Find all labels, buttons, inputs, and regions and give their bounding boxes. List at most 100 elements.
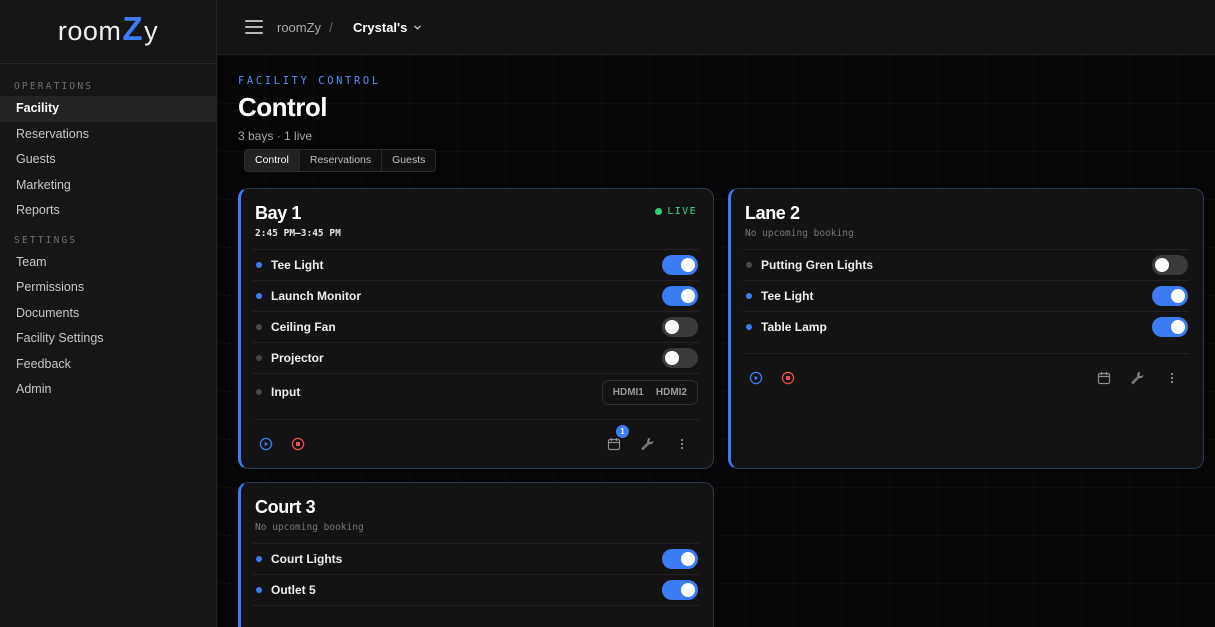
wrench-icon[interactable] xyxy=(640,437,654,451)
device-label: Tee Light xyxy=(761,289,814,303)
status-dot-icon xyxy=(256,293,262,299)
brand-logo-z: Z xyxy=(122,9,144,47)
no-booking-label: No upcoming booking xyxy=(745,228,854,239)
live-badge: LIVE xyxy=(655,206,697,217)
device-row: Outlet 5 xyxy=(253,574,699,605)
live-label: LIVE xyxy=(667,206,697,217)
status-dot-icon xyxy=(746,293,752,299)
tab-guests[interactable]: Guests xyxy=(382,150,435,171)
page-header: FACILITY CONTROL Control 3 bays · 1 live xyxy=(238,75,381,143)
card-actions xyxy=(745,353,1189,401)
device-toggle[interactable] xyxy=(1152,317,1188,337)
bay-title: Bay 1 xyxy=(255,203,302,223)
sidebar-item-admin[interactable]: Admin xyxy=(0,377,216,403)
sidebar-item-reservations[interactable]: Reservations xyxy=(0,122,216,148)
chevron-down-icon xyxy=(414,25,422,30)
input-label: Input xyxy=(271,385,301,399)
status-dot-icon xyxy=(746,324,752,330)
device-row: Table Lamp xyxy=(743,311,1189,342)
device-row: Ceiling Fan xyxy=(253,311,699,342)
view-tabs: Control Reservations Guests xyxy=(244,149,437,172)
device-label: Launch Monitor xyxy=(271,289,361,303)
status-dot-icon xyxy=(256,355,262,361)
input-option-hdmi1[interactable]: HDMI1 xyxy=(607,387,650,398)
sidebar: room Zy OPERATIONS Facility Reservations … xyxy=(0,0,217,627)
device-label: Court Lights xyxy=(271,552,343,566)
status-dot-icon xyxy=(256,262,262,268)
tab-reservations[interactable]: Reservations xyxy=(300,150,383,171)
status-dot-icon xyxy=(256,556,262,562)
calendar-icon[interactable] xyxy=(1097,371,1111,385)
device-label: Putting Gren Lights xyxy=(761,258,873,272)
device-row: Launch Monitor xyxy=(253,280,699,311)
calendar-icon[interactable]: 1 xyxy=(607,425,629,451)
sidebar-item-facility[interactable]: Facility xyxy=(0,96,216,122)
device-toggle[interactable] xyxy=(662,317,698,337)
page-kicker: FACILITY CONTROL xyxy=(238,75,381,87)
live-dot-icon xyxy=(655,208,663,215)
more-icon[interactable] xyxy=(1165,371,1179,385)
device-toggle[interactable] xyxy=(662,255,698,275)
tab-control[interactable]: Control xyxy=(245,150,300,171)
device-label: Tee Light xyxy=(271,258,324,272)
brand-logo[interactable]: room Zy xyxy=(0,0,216,64)
device-row: Court Lights xyxy=(253,543,699,574)
breadcrumb-root[interactable]: roomZy xyxy=(277,20,321,35)
facility-switcher-label: Crystal's xyxy=(352,19,408,35)
topbar: roomZy / Crystal's xyxy=(217,0,1215,55)
device-label: Ceiling Fan xyxy=(271,320,336,334)
sidebar-item-team[interactable]: Team xyxy=(0,250,216,276)
device-list: Court Lights Outlet 5 xyxy=(253,543,699,627)
sidebar-item-permissions[interactable]: Permissions xyxy=(0,275,216,301)
device-row: Projector xyxy=(253,342,699,373)
bay-card-lane-2: Lane 2 No upcoming booking Putting Gren … xyxy=(728,188,1204,469)
device-toggle[interactable] xyxy=(662,549,698,569)
device-toggle[interactable] xyxy=(662,286,698,306)
stop-icon[interactable] xyxy=(781,371,795,385)
device-label: Outlet 5 xyxy=(271,583,316,597)
sidebar-item-guests[interactable]: Guests xyxy=(0,147,216,173)
brand-logo-text-pre: room xyxy=(57,16,122,46)
bay-card-court-3: Court 3 No upcoming booking Court Lights… xyxy=(238,482,714,627)
stop-icon[interactable] xyxy=(291,437,305,451)
device-toggle[interactable] xyxy=(662,348,698,368)
bay-title: Court 3 xyxy=(255,497,316,517)
card-actions: 1 xyxy=(255,419,699,467)
device-row: Tee Light xyxy=(743,280,1189,311)
device-toggle[interactable] xyxy=(1152,286,1188,306)
page-subtitle: 3 bays · 1 live xyxy=(238,129,313,143)
status-dot-icon xyxy=(256,324,262,330)
facility-switcher[interactable]: Crystal's xyxy=(353,20,422,35)
sidebar-item-reports[interactable]: Reports xyxy=(0,198,216,224)
more-icon[interactable] xyxy=(675,437,689,451)
page-title: Control xyxy=(238,92,327,122)
status-dot-icon xyxy=(746,262,752,268)
device-list: Tee Light Launch Monitor Ceiling Fan Pro… xyxy=(253,249,699,410)
play-icon[interactable] xyxy=(749,371,763,385)
sidebar-item-feedback[interactable]: Feedback xyxy=(0,352,216,378)
input-selector: HDMI1 HDMI2 xyxy=(601,379,698,405)
sidebar-item-marketing[interactable]: Marketing xyxy=(0,173,216,199)
input-row: Input HDMI1 HDMI2 xyxy=(253,373,699,410)
device-row: Tee Light xyxy=(253,249,699,280)
device-label: Projector xyxy=(271,351,324,365)
brand-logo-text-post: y xyxy=(144,16,159,46)
device-toggle[interactable] xyxy=(662,580,698,600)
device-row-divider xyxy=(253,605,699,627)
sidebar-item-facility-settings[interactable]: Facility Settings xyxy=(0,326,216,352)
menu-icon[interactable] xyxy=(245,20,263,34)
device-list: Putting Gren Lights Tee Light Table Lamp xyxy=(743,249,1189,342)
no-booking-label: No upcoming booking xyxy=(255,522,364,533)
nav-section-settings: SETTINGS xyxy=(14,234,78,246)
bay-card-bay-1: Bay 1 2:45 PM–3:45 PM LIVE Tee Light Lau… xyxy=(238,188,714,469)
calendar-badge: 1 xyxy=(616,425,629,438)
play-icon[interactable] xyxy=(259,437,273,451)
nav-section-operations: OPERATIONS xyxy=(14,81,94,92)
wrench-icon[interactable] xyxy=(1130,371,1144,385)
sidebar-item-documents[interactable]: Documents xyxy=(0,301,216,327)
device-toggle[interactable] xyxy=(1152,255,1188,275)
main-content: roomZy / Crystal's FACILITY CONTROL Cont… xyxy=(217,0,1215,627)
input-option-hdmi2[interactable]: HDMI2 xyxy=(650,387,693,398)
status-dot-icon xyxy=(256,389,262,395)
bay-title: Lane 2 xyxy=(745,203,800,223)
